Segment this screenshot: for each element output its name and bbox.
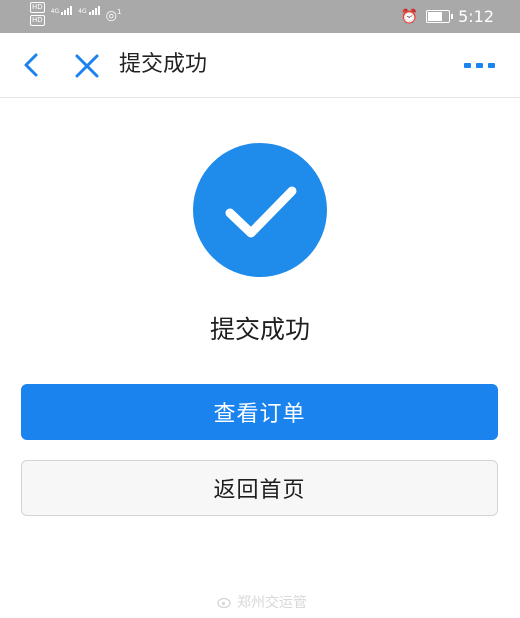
view-order-button[interactable]: 查看订单 — [21, 384, 498, 440]
chevron-left-icon[interactable] — [20, 52, 44, 78]
hd-badge: HD — [30, 15, 45, 26]
page-title: 提交成功 — [119, 52, 208, 77]
alarm-icon: ⏰ — [400, 8, 419, 25]
signal-icon: 4G — [78, 6, 100, 15]
hd-badge: HD — [30, 2, 45, 13]
more-horizontal-icon[interactable] — [464, 63, 496, 69]
close-icon[interactable] — [74, 53, 100, 79]
status-bar: HD HD 4G 4G ◎1 ⏰ 5:12 — [0, 0, 520, 33]
signal-icon: 4G — [50, 6, 73, 15]
watermark: 郑州交运管 — [217, 592, 307, 612]
status-right-group: ⏰ 5:12 — [401, 7, 494, 26]
watermark-text: 郑州交运管 — [237, 595, 307, 611]
hd-badges: HD HD — [30, 2, 45, 26]
status-left-group: HD HD 4G 4G ◎1 — [30, 2, 121, 26]
status-time: 5:12 — [458, 7, 494, 26]
nav-bar: 提交成功 — [0, 33, 520, 98]
weibo-logo-icon — [217, 597, 231, 608]
check-circle-icon — [193, 143, 327, 277]
network-label: 4G — [50, 8, 60, 15]
hotspot-count: 1 — [116, 8, 122, 16]
battery-fill — [428, 12, 443, 21]
hotspot-icon: ◎1 — [105, 8, 122, 24]
battery-icon — [426, 10, 454, 23]
back-home-button[interactable]: 返回首页 — [21, 460, 498, 516]
network-label: 4G — [78, 8, 87, 15]
result-message: 提交成功 — [209, 315, 310, 344]
